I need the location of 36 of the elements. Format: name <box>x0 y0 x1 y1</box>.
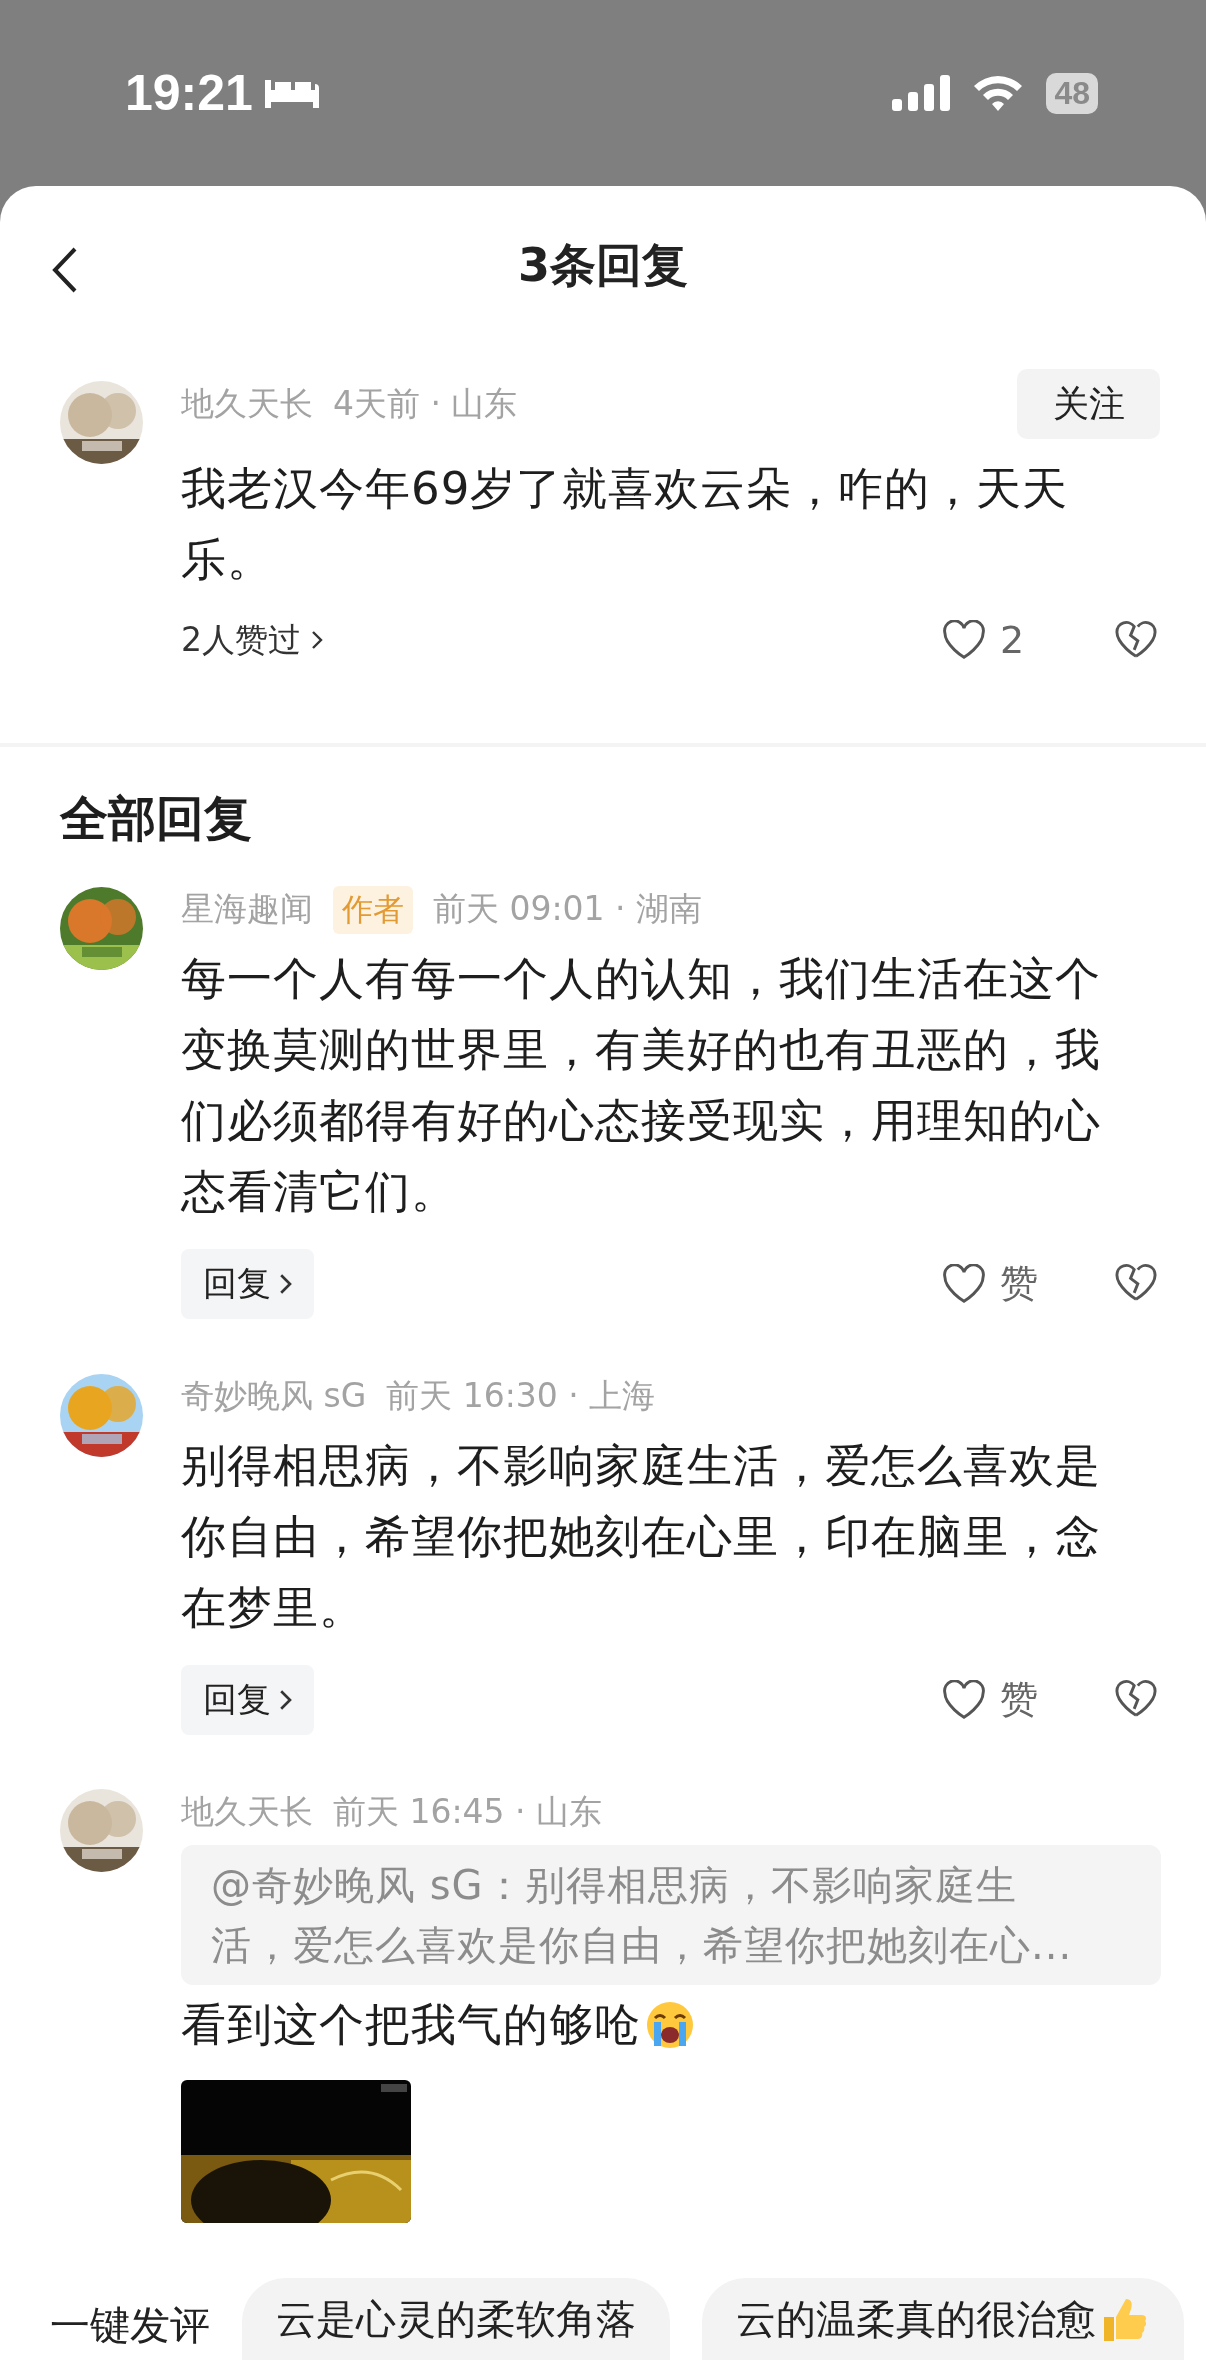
chevron-right-icon <box>279 1688 293 1711</box>
post-time-location: 前天 09:01 · 湖南 <box>433 888 703 931</box>
heart-icon <box>942 1263 986 1304</box>
quoted-reply: @奇妙晚风 sG：别得相思病，不影响家庭生活，爱怎么喜欢是你自由，希望你把她刻在心... <box>181 1845 1161 1986</box>
heart-icon <box>942 1679 986 1720</box>
quick-comment-label: 一键发评 <box>50 2301 210 2350</box>
chevron-right-icon <box>311 630 323 651</box>
page-title: 3条回复 <box>518 237 688 295</box>
post-time-location: 4天前 · 山东 <box>333 382 518 425</box>
comment-text: 别得相思病，不影响家庭生活，爱怎么喜欢是你自由，希望你把她刻在心里，印在脑里，念在梦里。 <box>181 1437 1102 1636</box>
likers-link[interactable]: 2人赞过 <box>181 617 323 663</box>
post-time-location: 前天 16:30 · 上海 <box>386 1375 656 1418</box>
comment-text: 我老汉今年69岁了就喜欢云朵，咋的，天天乐。 <box>181 461 1070 589</box>
comment-text: 每一个人有每一个人的认知，我们生活在这个变换莫测的世界里，有美好的也有丑恶的，我们必须都得有好的心态接受现实，用理知的心态看清它们。 <box>181 950 1102 1220</box>
broken-heart-icon <box>1114 618 1158 659</box>
follow-button[interactable]: 关注 <box>1017 369 1160 440</box>
battery-level: 48 <box>1046 72 1098 114</box>
crying-face-icon <box>645 1999 695 2050</box>
status-time: 19:21 <box>125 64 253 122</box>
post-time-location: 前天 16:45 · 山东 <box>333 1790 603 1833</box>
suggestion-chip[interactable]: 云是心灵的柔软角落 <box>242 2278 670 2360</box>
chevron-right-icon <box>279 1272 293 1295</box>
suggestion-chip[interactable]: 云的温柔真的很治愈 <box>702 2278 1184 2360</box>
comment-text: 看到这个把我气的够呛 <box>181 1997 641 2054</box>
section-title: 全部回复 <box>60 788 253 848</box>
signal-icon <box>892 75 951 111</box>
reply-button[interactable]: 回复 <box>181 1248 315 1319</box>
heart-icon <box>942 620 986 661</box>
like-button[interactable]: 赞 <box>942 1674 1092 1726</box>
wifi-icon <box>972 74 1025 112</box>
like-button[interactable]: 2 <box>942 618 1092 663</box>
author-badge: 作者 <box>333 885 413 934</box>
broken-heart-icon <box>1114 1678 1158 1719</box>
broken-heart-icon <box>1114 1262 1158 1303</box>
like-button[interactable]: 赞 <box>942 1258 1092 1310</box>
reply-button[interactable]: 回复 <box>181 1664 315 1735</box>
